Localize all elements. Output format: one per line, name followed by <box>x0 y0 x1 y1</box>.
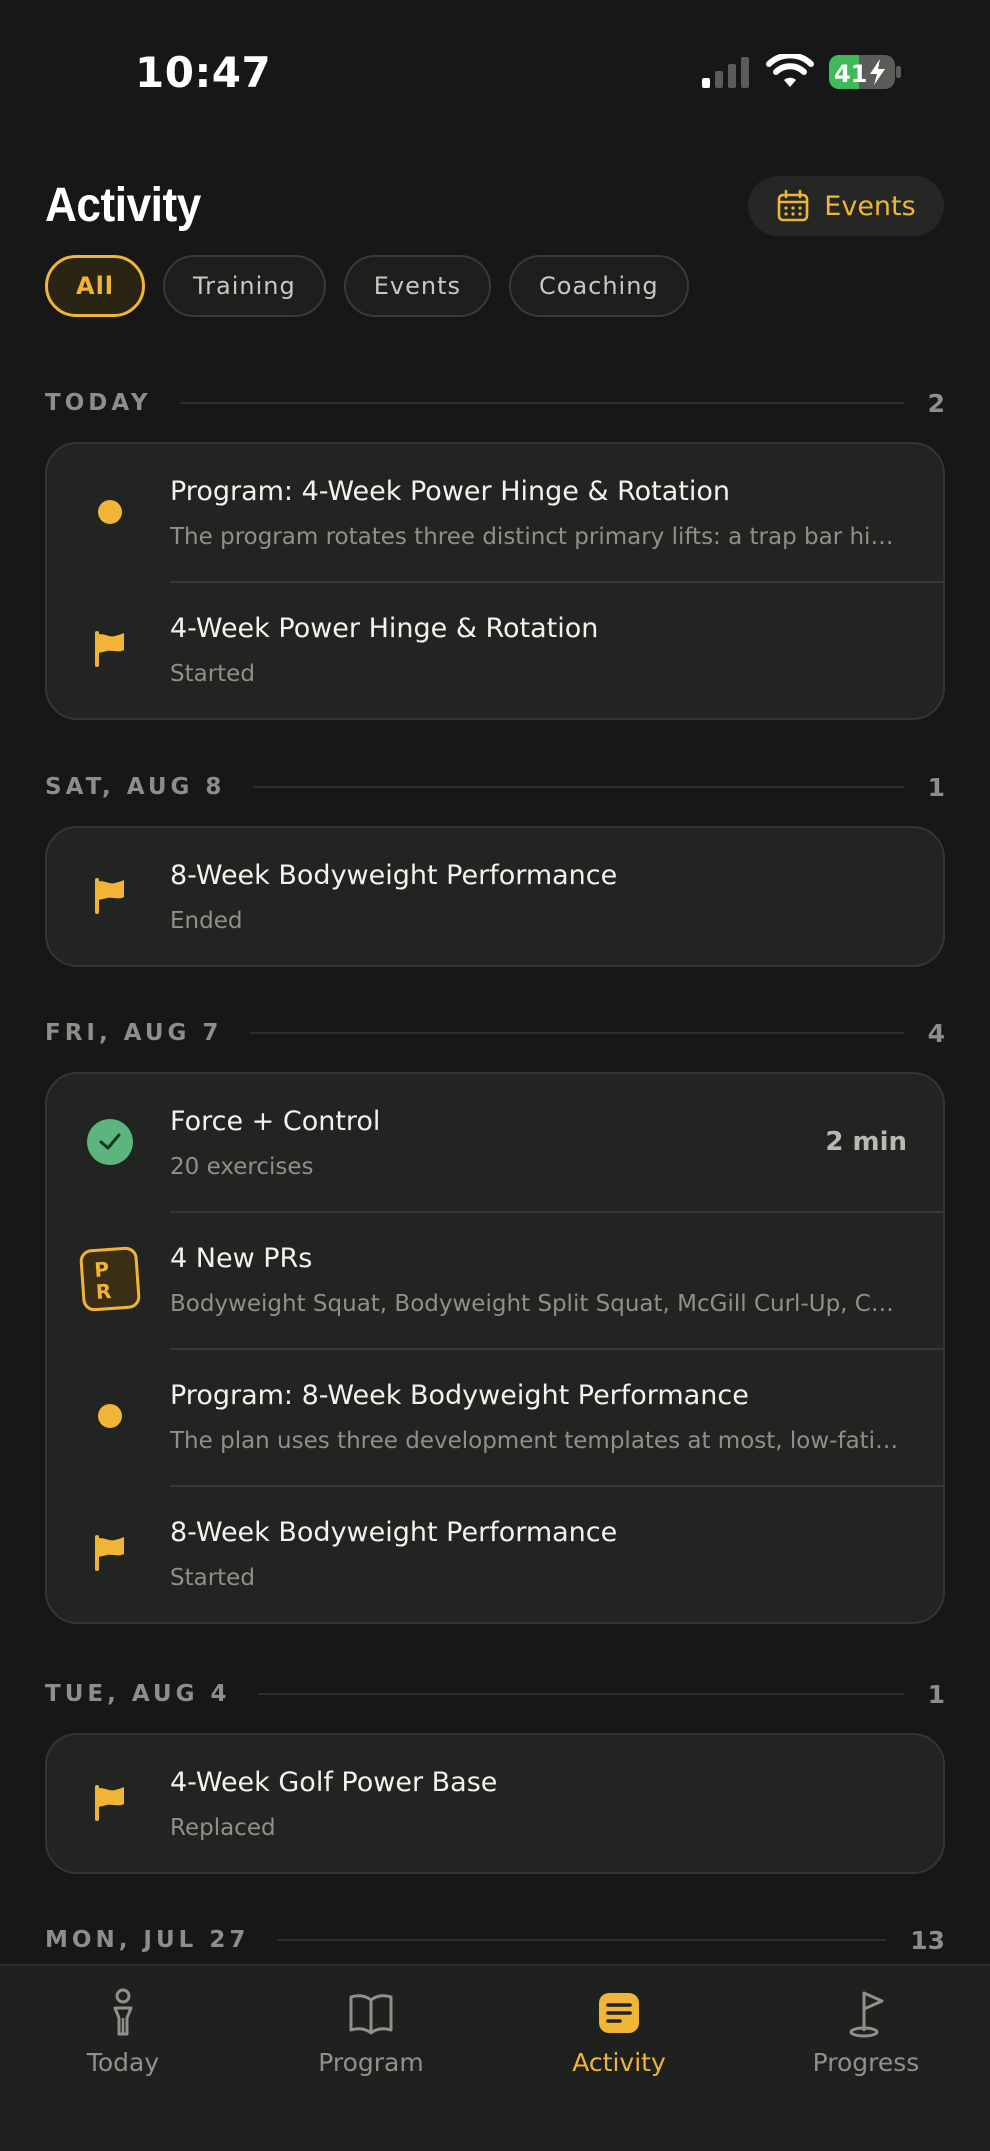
golf-flag-icon <box>849 1991 884 2038</box>
check-circle <box>87 1119 133 1165</box>
activity-title: 8-Week Bodyweight Performance <box>170 860 618 891</box>
wifi-icon <box>766 54 814 87</box>
program-dot-icon <box>79 481 141 543</box>
activity-title: 8-Week Bodyweight Performance <box>170 1517 618 1548</box>
activity-duration: 2 min <box>825 1127 907 1157</box>
pr-badge-icon: PR <box>78 1246 142 1312</box>
events-button[interactable]: Events <box>748 176 944 236</box>
activity-row[interactable]: Program: 8-Week Bodyweight Performance Th… <box>47 1348 943 1485</box>
calendar-icon <box>777 189 809 222</box>
section-header: MON, JUL 27 13 <box>45 1922 945 1958</box>
section-count: 1 <box>927 772 945 802</box>
section-divider <box>258 1693 904 1695</box>
section-count: 4 <box>927 1018 945 1048</box>
bottom-nav: Today Program Activity Progress <box>0 1964 990 2151</box>
activity-title: Program: 8-Week Bodyweight Performance <box>170 1380 749 1411</box>
book-icon <box>349 1994 393 2035</box>
golfer-icon <box>113 1988 133 2036</box>
nav-item-activity[interactable]: Activity <box>519 1988 719 2077</box>
filter-chip-training[interactable]: Training <box>163 255 326 317</box>
section-divider <box>250 1032 904 1034</box>
activity-subtitle: 20 exercises <box>170 1154 314 1180</box>
status-bar: 10:47 41 <box>0 0 990 150</box>
section-header: TODAY 2 <box>45 385 945 421</box>
section-count: 1 <box>927 1679 945 1709</box>
filter-chips: All Training Events Coaching <box>45 255 689 317</box>
activity-subtitle: The program rotates three distinct prima… <box>170 524 903 550</box>
activity-row[interactable]: PR 4 New PRs Bodyweight Squat, Bodyweight … <box>47 1211 943 1348</box>
program-dot-icon <box>79 1385 141 1447</box>
activity-card: Force + Control 20 exercises 2 min P R 4 New … <box>45 1072 945 1624</box>
section-header: FRI, AUG 7 4 <box>45 1015 945 1051</box>
filter-chip-coaching[interactable]: Coaching <box>509 255 689 317</box>
activity-card: Program: 4-Week Power Hinge & Rotation Th… <box>45 442 945 720</box>
nav-label-program: Program <box>318 2048 424 2077</box>
nav-label-activity: Activity <box>572 2048 666 2077</box>
filter-chip-events[interactable]: Events <box>343 255 491 317</box>
activity-title: Force + Control <box>170 1106 381 1137</box>
flag-icon <box>79 1522 141 1584</box>
activity-subtitle: Started <box>170 661 255 687</box>
section-header: TUE, AUG 4 1 <box>45 1676 945 1712</box>
nav-item-progress[interactable]: Progress <box>766 1988 966 2077</box>
activity-subtitle: Bodyweight Squat, Bodyweight Split Squat… <box>170 1291 903 1317</box>
activity-row[interactable]: 8-Week Bodyweight Performance Ended <box>47 828 943 965</box>
activity-card: 8-Week Bodyweight Performance Ended <box>45 826 945 967</box>
activity-card: 4-Week Golf Power Base Replaced <box>45 1733 945 1874</box>
activity-row[interactable]: 4-Week Golf Power Base Replaced <box>47 1735 943 1872</box>
nav-item-program[interactable]: Program <box>271 1988 471 2077</box>
activity-subtitle: The plan uses three development template… <box>170 1428 903 1454</box>
flag-icon <box>79 1772 141 1834</box>
section-divider <box>277 1939 887 1941</box>
nav-item-today[interactable]: Today <box>23 1988 223 2077</box>
activity-row[interactable]: 4-Week Power Hinge & Rotation Started <box>47 581 943 718</box>
activity-row[interactable]: 8-Week Bodyweight Performance Started <box>47 1485 943 1622</box>
checkmark-icon <box>79 1111 141 1173</box>
section-divider <box>253 786 904 788</box>
section-count: 13 <box>910 1925 945 1955</box>
nav-label-today: Today <box>86 2048 160 2077</box>
section-count: 2 <box>927 388 945 418</box>
activity-subtitle: Started <box>170 1565 255 1591</box>
filter-chip-all[interactable]: All <box>45 255 146 317</box>
section-date-label: TODAY <box>45 390 152 416</box>
flag-icon <box>79 865 141 927</box>
activity-title: 4 New PRs <box>170 1243 313 1274</box>
activity-list-icon <box>599 1993 639 2033</box>
events-button-label: Events <box>824 190 916 222</box>
activity-title: 4-Week Power Hinge & Rotation <box>170 613 599 644</box>
flag-icon <box>79 618 141 680</box>
page-title: Activity <box>45 179 201 232</box>
activity-row[interactable]: Force + Control 20 exercises 2 min <box>47 1074 943 1211</box>
section-divider <box>179 402 904 404</box>
nav-label-progress: Progress <box>812 2048 920 2077</box>
battery-charging-icon: 41 <box>829 55 901 89</box>
dot-shape <box>98 500 122 524</box>
section-date-label: FRI, AUG 7 <box>45 1020 223 1046</box>
section-date-label: TUE, AUG 4 <box>45 1681 231 1707</box>
section-date-label: MON, JUL 27 <box>45 1927 250 1953</box>
activity-row[interactable]: Program: 4-Week Power Hinge & Rotation Th… <box>47 444 943 581</box>
activity-subtitle: Replaced <box>170 1815 276 1841</box>
cellular-signal-icon <box>702 57 749 88</box>
section-header: SAT, AUG 8 1 <box>45 769 945 805</box>
dot-shape <box>98 1404 122 1428</box>
activity-title: Program: 4-Week Power Hinge & Rotation <box>170 476 730 507</box>
status-time: 10:47 <box>135 48 272 97</box>
battery-level: 41 <box>834 60 867 88</box>
activity-title: 4-Week Golf Power Base <box>170 1767 498 1798</box>
activity-subtitle: Ended <box>170 908 243 934</box>
section-date-label: SAT, AUG 8 <box>45 774 226 800</box>
pr-badge: PR <box>78 1246 142 1312</box>
